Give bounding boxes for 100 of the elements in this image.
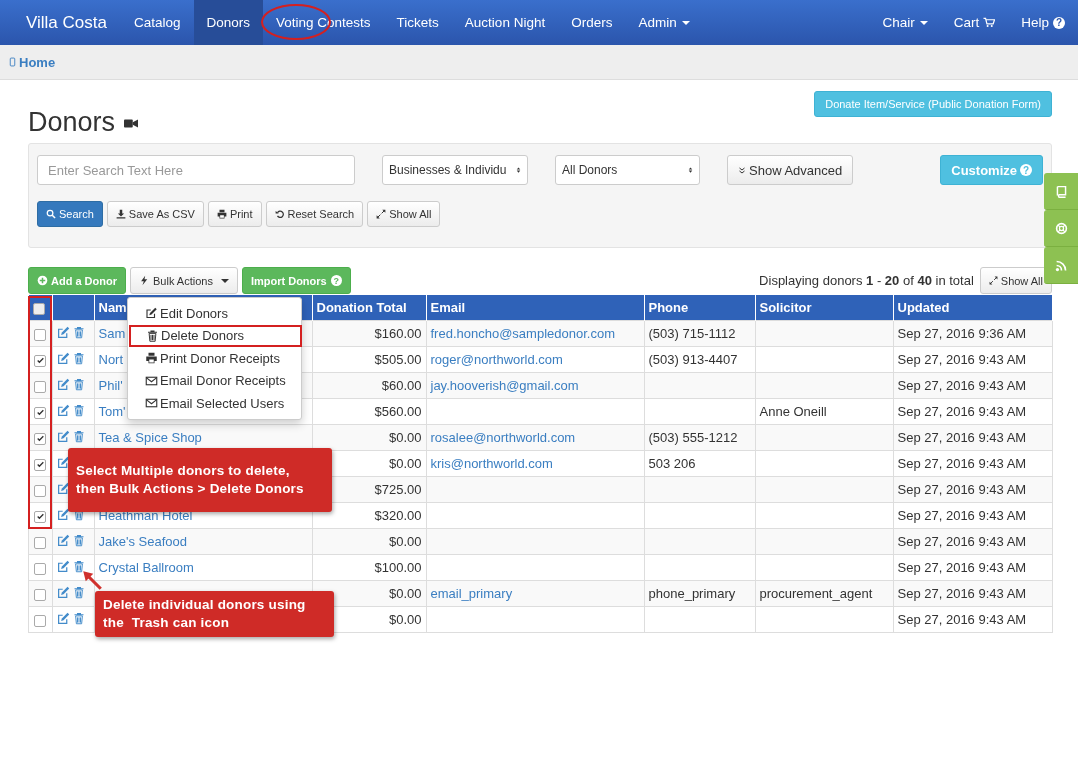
row-checkbox[interactable] bbox=[34, 328, 47, 341]
row-checkbox[interactable] bbox=[34, 484, 47, 497]
row-checkbox[interactable] bbox=[34, 588, 47, 601]
action-button[interactable]: Reset Search bbox=[265, 201, 364, 227]
show-advanced-button[interactable]: Show Advanced bbox=[727, 155, 854, 185]
nav-item[interactable]: Tickets bbox=[383, 0, 452, 45]
column-header[interactable]: Email bbox=[426, 295, 644, 321]
action-button[interactable]: Search bbox=[37, 201, 103, 227]
table-cell: Sep 27, 2016 9:43 AM bbox=[897, 430, 1027, 445]
action-button[interactable]: Save As CSV bbox=[106, 201, 204, 227]
side-tab[interactable] bbox=[1044, 247, 1078, 284]
edit-icon[interactable] bbox=[56, 482, 70, 495]
nav-item[interactable]: Auction Night bbox=[451, 0, 559, 45]
edit-icon[interactable] bbox=[56, 534, 70, 547]
table-cell: phone_primary bbox=[648, 586, 736, 601]
table-cell: Sep 27, 2016 9:43 AM bbox=[897, 560, 1027, 575]
trash-icon[interactable] bbox=[72, 612, 85, 625]
table-cell: Anne Oneill bbox=[759, 404, 827, 419]
edit-icon[interactable] bbox=[56, 586, 70, 599]
side-tab[interactable] bbox=[1044, 210, 1078, 247]
donor-link[interactable]: Tom' bbox=[98, 404, 126, 419]
select-all-checkbox[interactable] bbox=[32, 302, 45, 315]
edit-icon[interactable] bbox=[56, 352, 70, 365]
action-button[interactable]: Print bbox=[207, 201, 262, 227]
search-icon bbox=[46, 209, 56, 219]
edit-icon[interactable] bbox=[56, 326, 70, 339]
trash-icon[interactable] bbox=[72, 352, 85, 365]
table-cell: (503) 715-1112 bbox=[648, 326, 736, 341]
nav-item[interactable]: Chair bbox=[869, 0, 941, 45]
check-icon bbox=[35, 356, 45, 366]
edit-icon[interactable] bbox=[56, 430, 70, 443]
rss-icon bbox=[1054, 258, 1068, 272]
menu-item[interactable]: Print Donor Receipts bbox=[128, 347, 301, 370]
edit-icon[interactable] bbox=[56, 560, 70, 573]
row-checkbox[interactable] bbox=[34, 536, 47, 549]
search-field[interactable]: Enter Search Text Here bbox=[37, 155, 355, 185]
select-field[interactable]: Businesses & Individu bbox=[382, 155, 528, 185]
row-checkbox[interactable] bbox=[34, 562, 47, 575]
nav-item[interactable]: Catalog bbox=[120, 0, 194, 45]
table-cell: $725.00 bbox=[374, 482, 422, 497]
menu-item[interactable]: Email Selected Users bbox=[128, 392, 301, 415]
row-checkbox[interactable] bbox=[34, 380, 47, 393]
table-cell: (503) 555-1212 bbox=[648, 430, 738, 445]
nav-item[interactable]: Admin bbox=[625, 0, 703, 45]
column-header[interactable]: Updated bbox=[893, 295, 1052, 321]
edit-icon[interactable] bbox=[56, 456, 70, 469]
menu-item[interactable]: Edit Donors bbox=[128, 302, 301, 325]
donor-link[interactable]: Phil' bbox=[98, 378, 123, 393]
column-header[interactable]: Phone bbox=[644, 295, 755, 321]
trash-icon[interactable] bbox=[72, 404, 85, 417]
toolbar-button[interactable]: Bulk Actions bbox=[130, 267, 238, 294]
show-all-button[interactable]: Show All bbox=[979, 267, 1052, 294]
home-link[interactable]: Home bbox=[8, 54, 56, 70]
edit-icon[interactable] bbox=[56, 378, 70, 391]
double-chevron-icon bbox=[738, 165, 746, 175]
column-header[interactable]: Solicitor bbox=[755, 295, 893, 321]
menu-item[interactable]: Email Donor Receipts bbox=[128, 369, 301, 392]
nav-item[interactable]: Help ? bbox=[1008, 0, 1078, 45]
trash-icon[interactable] bbox=[72, 534, 85, 547]
table-cell: Sep 27, 2016 9:43 AM bbox=[897, 378, 1027, 393]
menu-item[interactable]: Delete Donors bbox=[129, 324, 302, 347]
trash-icon[interactable] bbox=[72, 586, 85, 599]
edit-icon[interactable] bbox=[56, 508, 70, 521]
lifebuoy-icon bbox=[1054, 221, 1068, 235]
trash-icon[interactable] bbox=[72, 430, 85, 443]
donor-link[interactable]: Sam bbox=[98, 326, 126, 341]
select-field[interactable]: All Donors bbox=[555, 155, 700, 185]
row-checkbox[interactable] bbox=[34, 354, 47, 367]
table-cell: 503 206 bbox=[648, 456, 696, 471]
nav-item[interactable]: Cart bbox=[940, 0, 1009, 45]
row-checkbox[interactable] bbox=[34, 614, 47, 627]
trash-icon bbox=[146, 329, 159, 342]
table-cell: $160.00 bbox=[374, 326, 422, 341]
envelope-icon bbox=[145, 374, 158, 387]
check-icon bbox=[35, 408, 45, 418]
help-icon: ? bbox=[1053, 16, 1065, 29]
bolt-icon bbox=[139, 275, 150, 286]
edit-icon[interactable] bbox=[56, 612, 70, 625]
row-checkbox[interactable] bbox=[34, 458, 47, 471]
side-tab[interactable] bbox=[1044, 173, 1078, 210]
row-checkbox[interactable] bbox=[34, 510, 47, 523]
edit-icon[interactable] bbox=[56, 404, 70, 417]
check-icon bbox=[35, 460, 45, 470]
envelope-icon bbox=[145, 397, 158, 410]
donor-link[interactable]: Nort bbox=[98, 352, 124, 367]
brand-link[interactable]: Villa Costa bbox=[12, 0, 121, 45]
row-checkbox[interactable] bbox=[34, 432, 47, 445]
column-header[interactable]: Donation Total bbox=[312, 295, 426, 321]
edit-icon bbox=[145, 307, 158, 320]
trash-icon[interactable] bbox=[72, 326, 85, 339]
table-cell: Sep 27, 2016 9:43 AM bbox=[897, 456, 1027, 471]
caret-icon bbox=[919, 20, 928, 25]
trash-icon[interactable] bbox=[72, 560, 85, 573]
action-button[interactable]: Show All bbox=[367, 201, 441, 227]
caret-icon bbox=[681, 20, 690, 25]
row-checkbox[interactable] bbox=[34, 406, 47, 419]
nav-item[interactable]: Donors bbox=[193, 0, 264, 45]
nav-item[interactable]: Orders bbox=[558, 0, 626, 45]
help-icon: ? bbox=[330, 275, 342, 286]
trash-icon[interactable] bbox=[72, 378, 85, 391]
